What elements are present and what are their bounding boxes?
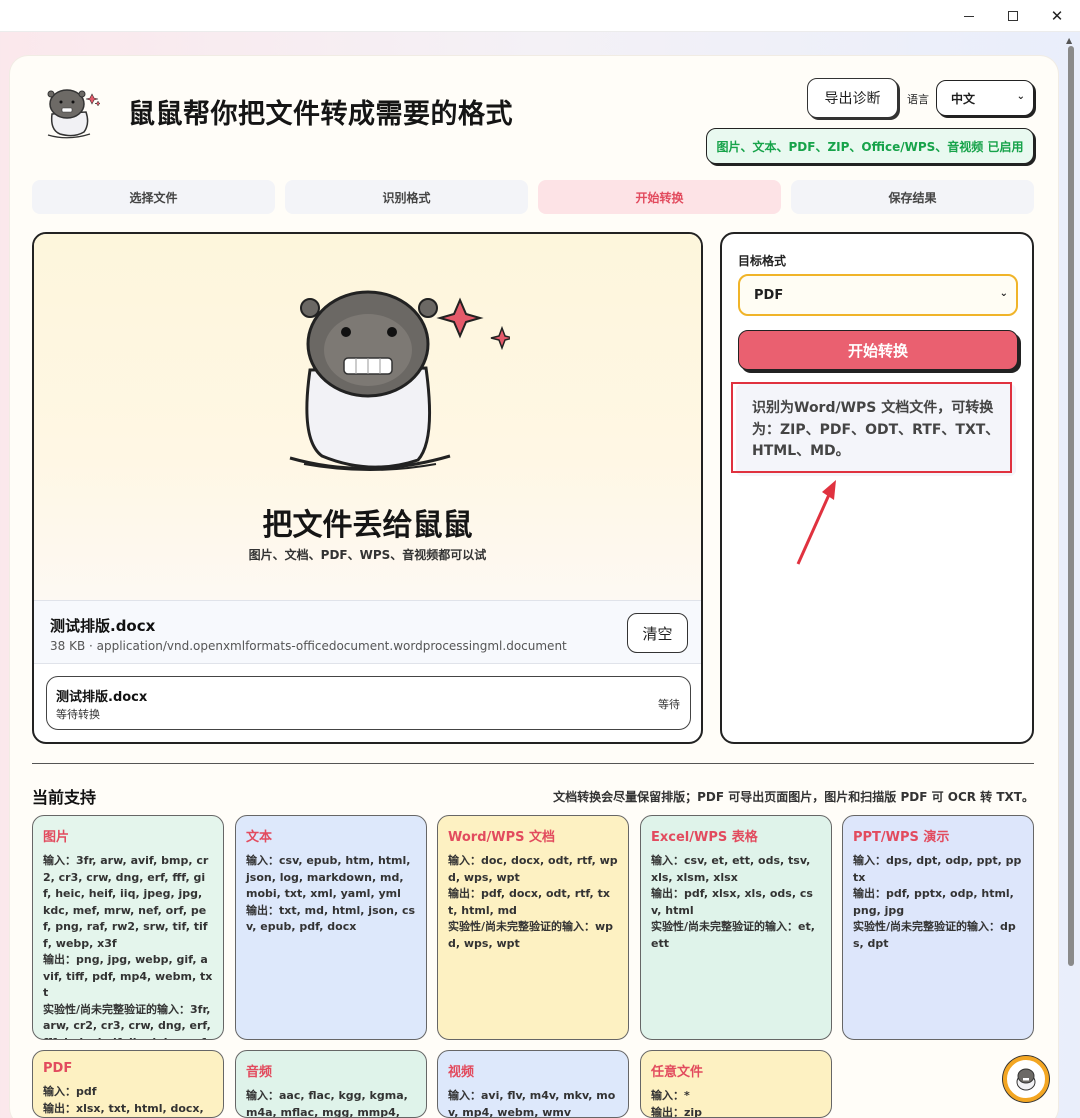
upload-panel: 把文件丢给鼠鼠 图片、文档、PDF、WPS、音视频都可以试 测试排版.docx … xyxy=(32,232,703,744)
format-card-line: 输入：doc, docx, odt, rtf, wpd, wps, wpt xyxy=(448,854,618,884)
step-start-convert[interactable]: 开始转换 xyxy=(538,180,781,214)
queue-item-status: 等待转换 xyxy=(56,708,100,721)
annotation-arrow-icon xyxy=(796,480,836,565)
target-format-select[interactable]: PDF ⌄ xyxy=(738,274,1018,316)
format-card-audio: 音频 输入：aac, flac, kgg, kgma, m4a, mflac, … xyxy=(235,1050,427,1118)
format-card-line: 实验性/尚未完整验证的输入：et, ett xyxy=(651,920,815,950)
format-card-line: 输出：xlsx, txt, html, docx, xyxy=(43,1101,204,1115)
hamster-logo-icon xyxy=(47,89,100,139)
drop-zone-subtitle: 图片、文档、PDF、WPS、音视频都可以试 xyxy=(248,548,487,562)
step-select-file[interactable]: 选择文件 xyxy=(32,180,275,214)
format-card-line: 输入：* xyxy=(651,1089,690,1102)
minimize-button[interactable] xyxy=(946,0,992,32)
format-card-title: 图片 xyxy=(43,830,70,845)
step-tabs: 选择文件 识别格式 开始转换 保存结果 xyxy=(32,180,1034,214)
app-title: 鼠鼠帮你把文件转成需要的格式 xyxy=(128,99,513,130)
format-card-word: Word/WPS 文档 输入：doc, docx, odt, rtf, wpd,… xyxy=(437,815,629,1040)
target-format-value: PDF xyxy=(754,287,784,303)
selected-file-name: 测试排版.docx xyxy=(50,617,156,635)
format-card-image: 图片 输入：3fr, arw, avif, bmp, cr2, cr3, crw… xyxy=(32,815,224,1040)
queue-item[interactable]: 测试排版.docx 等待转换 等待 xyxy=(46,676,691,730)
format-card-any: 任意文件 输入：* 输出：zip xyxy=(640,1050,832,1118)
queue-item-name: 测试排版.docx xyxy=(56,690,148,705)
minimize-icon xyxy=(964,15,974,17)
chevron-down-icon: ⌄ xyxy=(1016,91,1025,102)
convert-panel: 目标格式 PDF ⌄ 开始转换 识别为Word/WPS 文档文件，可转换 为：Z… xyxy=(720,232,1034,744)
format-card-line: 输出：pdf, pptx, odp, html, png, jpg xyxy=(853,887,1014,917)
hamster-icon xyxy=(1016,1068,1036,1091)
close-button[interactable]: ✕ xyxy=(1034,0,1080,32)
format-card-line: 输入：avi, flv, m4v, mkv, mov, mp4, webm, w… xyxy=(448,1089,616,1118)
format-card-line: 输出：png, jpg, webp, gif, avif, tiff, pdf,… xyxy=(43,953,213,999)
format-card-line: 输入：dps, dpt, odp, ppt, pptx xyxy=(853,854,1022,884)
queue-item-state: 等待 xyxy=(658,698,680,711)
format-card-title: PDF xyxy=(43,1061,73,1076)
target-format-label: 目标格式 xyxy=(738,254,787,268)
format-card-line: 实验性/尚未完整验证的输入：wpd, wps, wpt xyxy=(448,920,614,950)
language-label: 语言 xyxy=(907,93,929,106)
selected-file-meta: 38 KB · application/vnd.openxmlformats-o… xyxy=(50,639,567,653)
window-titlebar: ✕ xyxy=(0,0,1080,32)
format-card-title: Excel/WPS 表格 xyxy=(651,830,758,845)
format-card-line: 输出：pdf, docx, odt, rtf, txt, html, md xyxy=(448,887,610,917)
format-card-line: 输出：zip xyxy=(651,1105,703,1118)
drop-zone-title: 把文件丢给鼠鼠 xyxy=(262,508,473,543)
format-card-title: Word/WPS 文档 xyxy=(448,830,556,845)
format-card-line: 输出：txt, md, html, json, csv, epub, pdf, … xyxy=(246,903,416,934)
export-diagnostics-button[interactable]: 导出诊断 xyxy=(807,78,898,118)
format-card-title: 视频 xyxy=(448,1065,475,1080)
format-card-video: 视频 输入：avi, flv, m4v, mkv, mov, mp4, webm… xyxy=(437,1050,629,1118)
format-card-ppt: PPT/WPS 演示 输入：dps, dpt, odp, ppt, pptx 输… xyxy=(842,815,1034,1040)
step-save-result[interactable]: 保存结果 xyxy=(791,180,1034,214)
section-divider xyxy=(32,763,1034,764)
floating-hamster-button[interactable] xyxy=(1003,1056,1049,1102)
hamster-mascot-icon xyxy=(289,290,510,471)
step-detect-format[interactable]: 识别格式 xyxy=(285,180,528,214)
format-card-excel: Excel/WPS 表格 输入：csv, et, ett, ods, tsv, … xyxy=(640,815,832,1040)
format-card-title: PPT/WPS 演示 xyxy=(853,830,950,845)
format-card-line: 输入：aac, flac, kgg, kgma, m4a, mflac, mgg… xyxy=(246,1089,408,1118)
maximize-icon xyxy=(1008,11,1018,21)
scroll-up-icon[interactable]: ▲ xyxy=(1066,36,1072,45)
file-drop-zone[interactable]: 把文件丢给鼠鼠 图片、文档、PDF、WPS、音视频都可以试 xyxy=(34,234,701,600)
selected-file-info: 测试排版.docx 38 KB · application/vnd.openxm… xyxy=(34,600,701,664)
clear-button[interactable]: 清空 xyxy=(627,613,688,653)
format-card-line: 实验性/尚未完整验证的输入：3fr, arw, cr2, cr3, crw, d… xyxy=(43,1002,211,1040)
maximize-button[interactable] xyxy=(990,0,1036,32)
format-card-line: 输入：csv, epub, htm, html, json, log, mark… xyxy=(246,854,411,900)
format-card-pdf: PDF 输入：pdf 输出：xlsx, txt, html, docx, xyxy=(32,1050,224,1118)
annotation-highlight-box xyxy=(731,382,1012,473)
format-card-line: 输入：csv, et, ett, ods, tsv, xls, xlsm, xl… xyxy=(651,854,811,884)
format-card-line: 实验性/尚未完整验证的输入：dps, dpt xyxy=(853,920,1016,950)
enabled-formats-badge: 图片、文本、PDF、ZIP、Office/WPS、音视频 已启用 xyxy=(706,128,1034,164)
scrollbar-thumb[interactable] xyxy=(1068,46,1074,966)
language-select[interactable]: 中文 ⌄ xyxy=(936,80,1034,116)
format-card-line: 输入：pdf xyxy=(43,1085,97,1098)
chevron-down-icon: ⌄ xyxy=(999,288,1008,299)
format-card-line: 输出：pdf, xlsx, xls, ods, csv, html xyxy=(651,887,813,917)
support-section-title: 当前支持 xyxy=(32,788,97,807)
language-select-value: 中文 xyxy=(951,91,976,106)
format-card-title: 音频 xyxy=(246,1065,273,1080)
support-section-note: 文档转换会尽量保留排版；PDF 可导出页面图片，图片和扫描版 PDF 可 OCR… xyxy=(553,790,1034,804)
close-icon: ✕ xyxy=(1050,7,1064,25)
format-card-title: 任意文件 xyxy=(651,1065,704,1080)
format-card-line: 输入：3fr, arw, avif, bmp, cr2, cr3, crw, d… xyxy=(43,854,209,950)
start-convert-button[interactable]: 开始转换 xyxy=(738,330,1018,370)
format-card-title: 文本 xyxy=(246,830,273,845)
format-card-text: 文本 输入：csv, epub, htm, html, json, log, m… xyxy=(235,815,427,1040)
